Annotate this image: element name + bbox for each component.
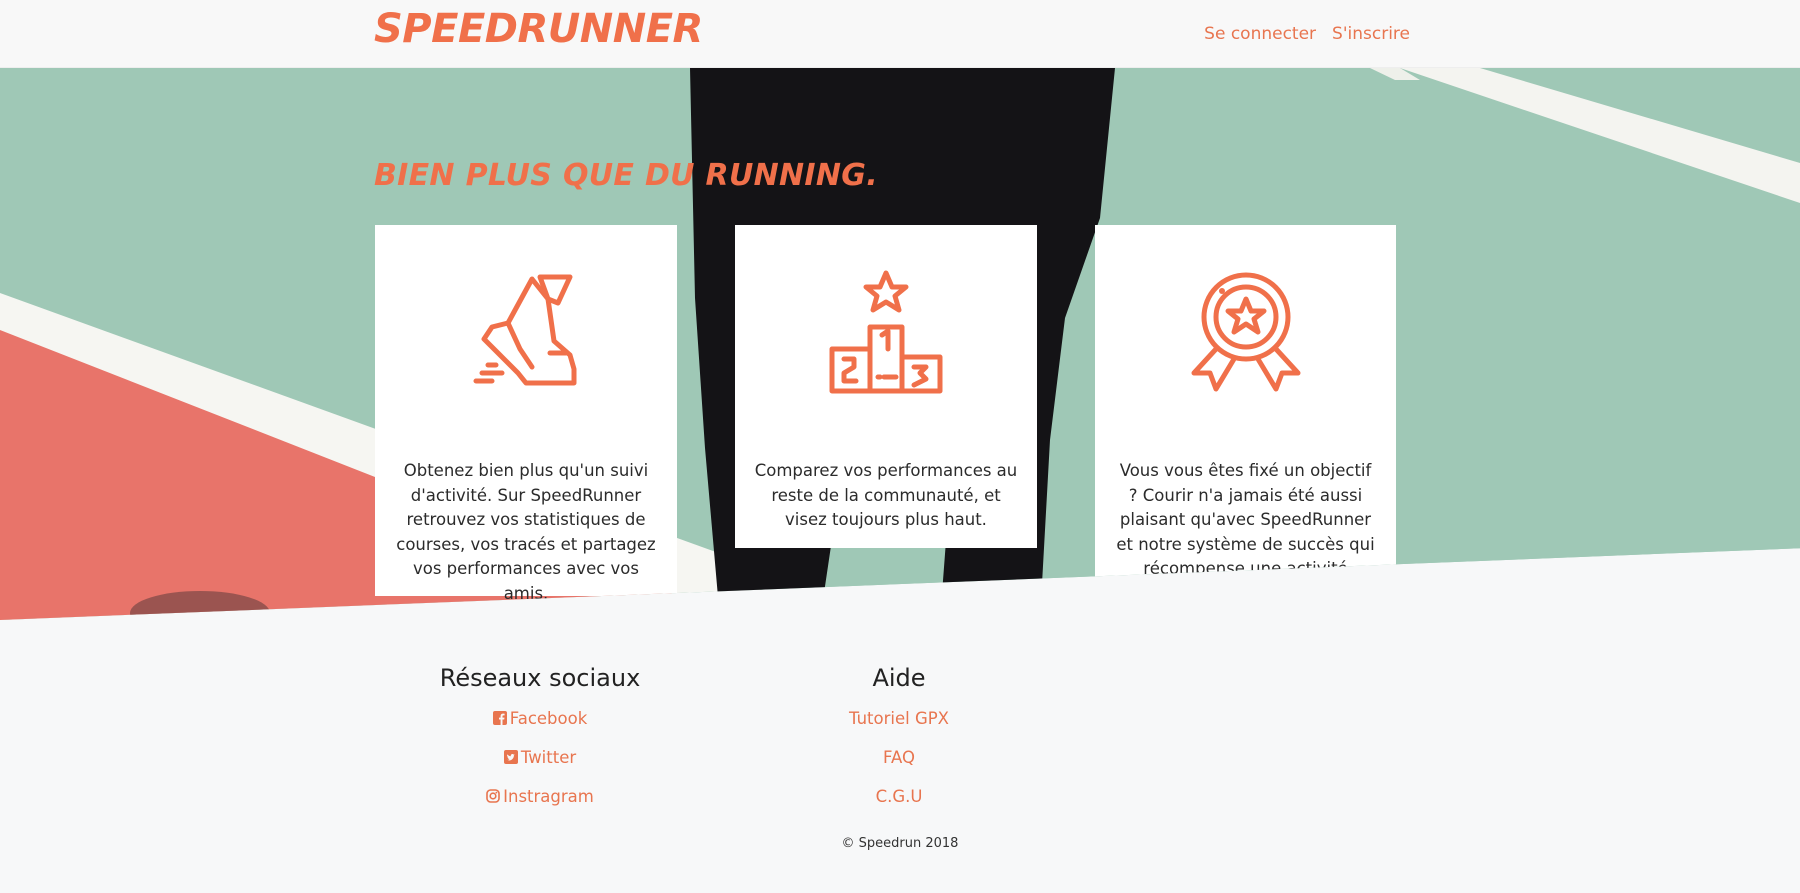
faq-link[interactable]: FAQ [749, 745, 1049, 784]
hero-title: BIEN PLUS QUE DU RUNNING. [374, 158, 878, 193]
twitter-icon [503, 750, 518, 764]
facebook-link[interactable]: Facebook [390, 706, 690, 745]
footer-help-title: Aide [872, 664, 926, 692]
footer: Réseaux sociaux Facebook Twitter Instrag… [0, 620, 1800, 893]
header-nav: Se connecter S'inscrire [1204, 24, 1410, 44]
footer-social-column: Réseaux sociaux Facebook Twitter Instrag… [390, 664, 690, 823]
copyright: © Speedrun 2018 [841, 836, 959, 851]
signup-link[interactable]: S'inscrire [1332, 24, 1410, 44]
login-link[interactable]: Se connecter [1204, 24, 1316, 44]
feature-card-text: Comparez vos performances au reste de la… [754, 461, 1018, 529]
feature-card-compare: Comparez vos performances au reste de la… [735, 225, 1037, 548]
twitter-link[interactable]: Twitter [390, 745, 690, 784]
instagram-icon [486, 789, 500, 803]
footer-help-column: Aide Tutoriel GPX FAQ C.G.U [749, 664, 1049, 823]
feature-card-text: Vous vous êtes fixé un objectif ? Courir… [1116, 461, 1375, 603]
footer-social-title: Réseaux sociaux [439, 664, 641, 692]
feature-card-text: Obtenez bien plus qu'un suivi d'activité… [396, 461, 656, 603]
feature-card-goals: Vous vous êtes fixé un objectif ? Courir… [1095, 225, 1396, 603]
feature-card-activity: Obtenez bien plus qu'un suivi d'activité… [375, 225, 677, 603]
podium-icon [829, 270, 943, 394]
brand-logo[interactable]: SPEEDRUNNER [374, 6, 703, 52]
terms-link[interactable]: C.G.U [749, 784, 1049, 823]
running-shoe-icon [473, 274, 577, 386]
top-navbar: SPEEDRUNNER Se connecter S'inscrire [0, 0, 1800, 68]
instagram-link[interactable]: Instragram [390, 784, 690, 823]
medal-icon [1191, 272, 1300, 392]
hero-section: BIEN PLUS QUE DU RUNNING. Obtenez bien p… [0, 68, 1800, 620]
gpx-tutorial-link[interactable]: Tutoriel GPX [749, 706, 1049, 745]
facebook-icon [492, 711, 507, 725]
